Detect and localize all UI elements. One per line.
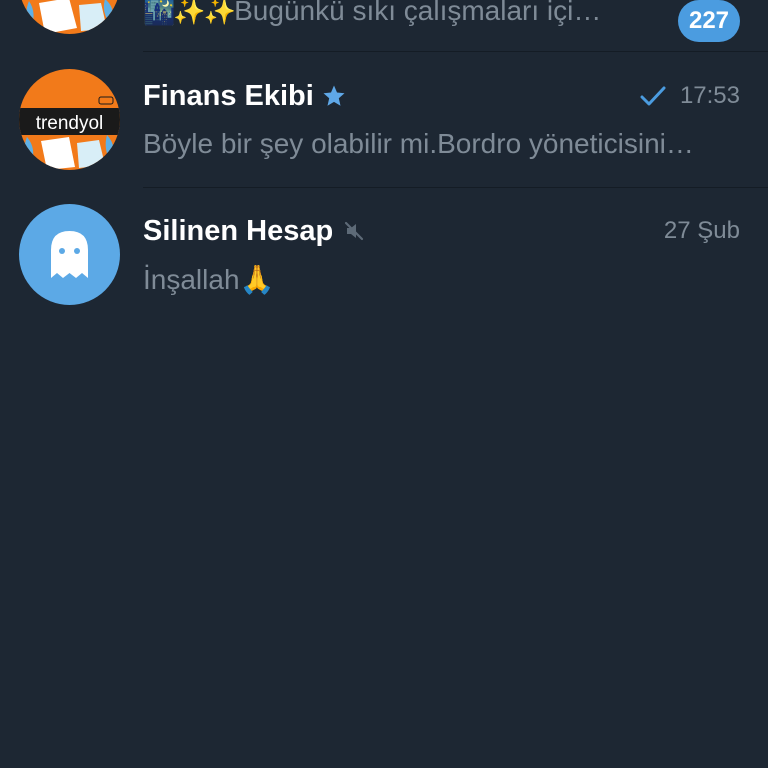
trendyol-logo xyxy=(19,0,120,34)
trendyol-logo: trendyol xyxy=(19,69,120,170)
chat-name: Silinen Hesap xyxy=(143,214,334,247)
chat-meta: 27 Şub xyxy=(664,217,740,245)
avatar xyxy=(19,0,120,34)
avatar xyxy=(19,204,120,305)
message-preview: İnşallah🙏 xyxy=(143,263,275,295)
ghost-icon xyxy=(51,231,88,278)
chat-time: 17:53 xyxy=(679,82,740,109)
chat-time: 27 Şub xyxy=(663,217,740,244)
muted-icon xyxy=(343,220,365,242)
message-preview: Böyle bir şey olabilir mi.Bordro yönetic… xyxy=(143,128,694,159)
chat-title-line: Finans Ekibi 17:53 xyxy=(143,76,740,116)
chat-row-silinen-hesap[interactable]: Silinen Hesap 27 Şub İnşallah🙏 xyxy=(0,188,768,324)
message-preview: 🌃✨✨ Bugünkü sıkı çalışmaları içi… xyxy=(143,0,638,31)
chat-meta: 17:53 xyxy=(640,82,740,110)
chat-title-line: Silinen Hesap 27 Şub xyxy=(143,211,740,251)
preview-text: Bugünkü sıkı çalışmaları içi… xyxy=(234,0,602,26)
chat-name: Finans Ekibi xyxy=(143,79,314,112)
unread-count-badge: 227 xyxy=(678,0,740,42)
check-icon xyxy=(640,86,666,106)
star-icon xyxy=(322,84,346,108)
chat-row-trendyol-group[interactable]: 🌃✨✨ Bugünkü sıkı çalışmaları içi… 227 xyxy=(0,0,768,52)
avatar-logo-text: trendyol xyxy=(36,113,104,134)
avatar: trendyol xyxy=(19,69,120,170)
preview-emoji: 🌃✨✨ xyxy=(143,0,236,26)
chat-row-finans-ekibi[interactable]: trendyol Finans Ekibi 17:53 Böyle bir şe… xyxy=(0,52,768,188)
chat-list: 🌃✨✨ Bugünkü sıkı çalışmaları içi… 227 tr… xyxy=(0,0,768,768)
